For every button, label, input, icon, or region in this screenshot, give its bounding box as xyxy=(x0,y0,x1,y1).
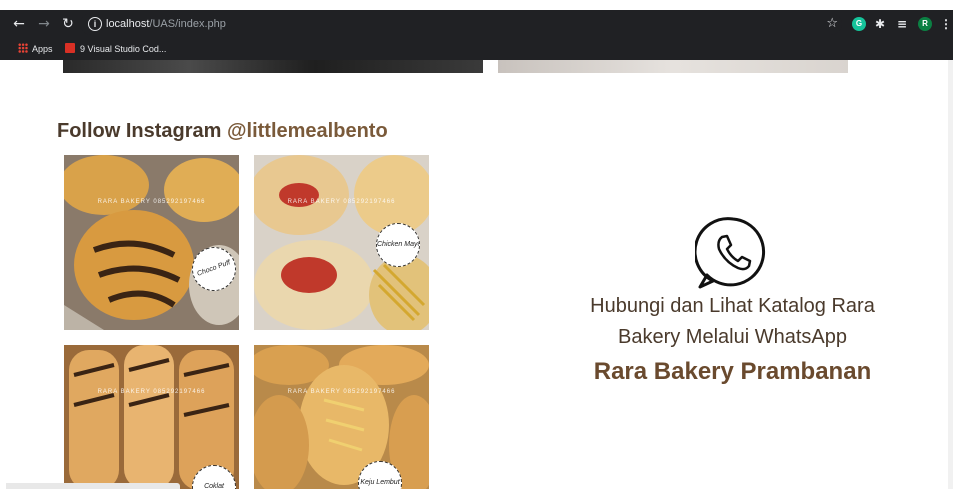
back-button[interactable]: ← xyxy=(9,14,29,34)
bookmarks-bar: Apps 9 Visual Studio Cod... xyxy=(0,38,953,60)
arrow-left-icon: ← xyxy=(13,16,25,32)
whatsapp-phone-icon[interactable] xyxy=(694,215,771,291)
instagram-photo-4[interactable]: RARA BAKERY 085292197466 Keju Lembut xyxy=(254,345,429,489)
info-icon[interactable]: i xyxy=(88,17,102,31)
instagram-photo-1[interactable]: RARA BAKERY 085292197466 Choco Puff xyxy=(64,155,239,330)
bookmark-apps[interactable]: Apps xyxy=(18,41,53,57)
grammarly-extension-icon[interactable]: G xyxy=(852,17,866,31)
bookmark-label: 9 Visual Studio Cod... xyxy=(80,44,167,54)
url-path: /UAS/index.php xyxy=(149,18,226,30)
instagram-photo-2[interactable]: RARA BAKERY 085292197466 Chicken Mayo xyxy=(254,155,429,330)
extensions-puzzle-icon[interactable]: ✱ xyxy=(873,17,887,31)
photo-bread-cheese xyxy=(254,345,429,489)
banner-image-right xyxy=(498,60,848,73)
photo-bread-choco xyxy=(64,155,239,330)
url-text[interactable]: localhost/UAS/index.php xyxy=(106,16,226,32)
instagram-heading: Follow Instagram @littlemealbento xyxy=(57,120,388,143)
photo-watermark: RARA BAKERY 085292197466 xyxy=(287,199,396,205)
whatsapp-text: Hubungi dan Lihat Katalog Rara Bakery Me… xyxy=(590,295,875,348)
profile-avatar[interactable]: R xyxy=(918,17,932,31)
instagram-handle[interactable]: @littlemealbento xyxy=(227,120,388,142)
banner-image-left xyxy=(63,60,483,73)
apps-grid-icon xyxy=(18,43,28,53)
bakery-name: Rara Bakery Prambanan xyxy=(593,358,872,385)
photo-watermark: RARA BAKERY 085292197466 xyxy=(97,199,206,205)
url-host: localhost xyxy=(106,18,150,30)
whatsapp-contact[interactable]: Hubungi dan Lihat Katalog Rara Bakery Me… xyxy=(560,215,905,386)
bookmark-favicon xyxy=(65,43,75,53)
status-bar xyxy=(6,483,180,489)
star-icon[interactable]: ☆ xyxy=(826,15,838,33)
browser-toolbar: ← → ↻ i localhost/UAS/index.php ☆ G ✱ ≡ … xyxy=(0,10,953,38)
page-content: Follow Instagram @littlemealbento RARA B… xyxy=(0,60,953,489)
reload-icon: ↻ xyxy=(62,16,74,32)
photo-watermark: RARA BAKERY 085292197466 xyxy=(287,389,396,395)
reload-button[interactable]: ↻ xyxy=(58,14,78,34)
bookmark-visual-studio[interactable]: 9 Visual Studio Cod... xyxy=(65,41,166,57)
photo-watermark: RARA BAKERY 085292197466 xyxy=(97,389,206,395)
top-edge xyxy=(0,0,953,10)
bookmark-label: Apps xyxy=(32,44,53,54)
browser-chrome: ← → ↻ i localhost/UAS/index.php ☆ G ✱ ≡ … xyxy=(0,10,953,60)
photo-sticker: Chicken Mayo xyxy=(376,223,420,267)
menu-kebab-icon[interactable]: ⋮ xyxy=(940,17,952,31)
arrow-right-icon: → xyxy=(38,16,50,32)
address-bar[interactable]: i localhost/UAS/index.php ☆ xyxy=(80,13,842,35)
forward-button[interactable]: → xyxy=(34,14,54,34)
instagram-title-text: Follow Instagram xyxy=(57,120,228,142)
instagram-photo-3[interactable]: RARA BAKERY 085292197466 Coklat xyxy=(64,345,239,489)
reading-list-icon[interactable]: ≡ xyxy=(895,17,909,31)
page-scrollbar[interactable] xyxy=(948,60,953,489)
